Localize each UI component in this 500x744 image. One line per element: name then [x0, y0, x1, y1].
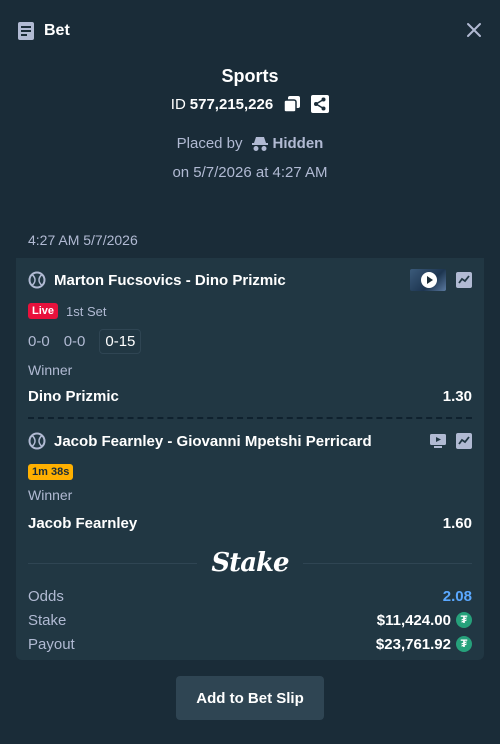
total-odds: 2.08: [442, 587, 472, 605]
stake-logo: Stake: [211, 548, 289, 578]
pick-odds: 1.30: [442, 388, 472, 405]
placed-date: on 5/7/2026 at 4:27 AM: [172, 164, 328, 181]
tennis-ball-icon: [28, 432, 46, 450]
bet-id: 577,215,226: [189, 95, 274, 113]
stats-icon[interactable]: [456, 433, 472, 449]
bet-card: 4:27 AM 5/7/2026 Marton Fucsovics - Dino…: [16, 222, 484, 660]
odds-label: Odds: [28, 587, 64, 605]
divider-line: [28, 562, 198, 564]
leg-header: Marton Fucsovics - Dino Prizmic: [28, 260, 472, 300]
match-name[interactable]: Jacob Fearnley - Giovanni Mpetshi Perric…: [54, 433, 430, 450]
tether-coin-icon: ₮: [456, 636, 472, 652]
share-icon[interactable]: [311, 95, 330, 113]
score-row: 0-0 0-0 0-15: [28, 328, 472, 354]
market-label: Winner: [28, 487, 73, 503]
id-label: ID: [170, 95, 186, 113]
pick-name: Jacob Fearnley: [28, 515, 138, 532]
point-score: 0-15: [99, 328, 142, 354]
bet-date: 4:27 AM 5/7/2026: [16, 222, 484, 258]
copy-icon[interactable]: [283, 95, 301, 113]
match-name[interactable]: Marton Fucsovics - Dino Prizmic: [54, 272, 410, 289]
placed-by-label: Placed by: [176, 135, 243, 152]
odds-row: Odds 2.08: [28, 584, 472, 608]
placed-by-row: Placed by Hidden: [0, 135, 500, 152]
match-timer-badge: 1m 38s: [28, 464, 74, 480]
match-status: Live 1st Set: [28, 300, 472, 322]
stake-value-group: $11,424.00 ₮: [377, 612, 472, 629]
stake-amount: $11,424.00: [376, 611, 451, 629]
tether-coin-icon: ₮: [456, 612, 472, 628]
sport-title: Sports: [221, 66, 279, 86]
bet-id-row: ID 577,215,226: [0, 95, 500, 113]
placed-by-user: Hidden: [272, 135, 324, 152]
brand-row: Stake: [28, 548, 473, 578]
stake-label: Stake: [28, 611, 67, 629]
payout-row: Payout $23,761.92 ₮: [28, 632, 472, 656]
tv-icon[interactable]: [430, 434, 446, 448]
divider-line: [302, 562, 473, 564]
live-badge: Live: [28, 303, 59, 319]
game-score: 0-0: [63, 332, 86, 350]
stats-icon[interactable]: [456, 272, 472, 288]
bet-slip-icon: [18, 22, 34, 40]
play-icon: [421, 272, 437, 288]
bet-totals: Odds 2.08 Stake $11,424.00 ₮ Payout $23,…: [16, 578, 484, 656]
stake-row: Stake $11,424.00 ₮: [28, 608, 472, 632]
pick-row: Jacob Fearnley 1.60: [28, 515, 472, 532]
set-score: 0-0: [28, 332, 50, 350]
tennis-ball-icon: [28, 271, 46, 289]
payout-label: Payout: [28, 635, 75, 653]
pick-odds: 1.60: [442, 515, 472, 532]
payout-value-group: $23,761.92 ₮: [376, 636, 472, 653]
market-label: Winner: [28, 362, 73, 378]
modal-header: Bet: [0, 0, 500, 62]
match-status: 1m 38s: [28, 461, 472, 483]
set-label: 1st Set: [66, 303, 107, 319]
add-to-bet-slip-button[interactable]: Add to Bet Slip: [176, 676, 324, 720]
close-icon[interactable]: [464, 20, 484, 40]
payout-amount: $23,761.92: [375, 635, 451, 653]
live-stream-thumbnail[interactable]: [410, 269, 446, 291]
incognito-icon: [251, 136, 268, 151]
pick-name: Dino Prizmic: [28, 388, 119, 405]
bet-summary: Sports ID 577,215,226 Placed by Hidden o…: [0, 62, 500, 181]
leg-header: Jacob Fearnley - Giovanni Mpetshi Perric…: [28, 421, 472, 461]
modal-title: Bet: [44, 22, 70, 39]
pick-row: Dino Prizmic 1.30: [28, 388, 472, 405]
bet-leg: Jacob Fearnley - Giovanni Mpetshi Perric…: [16, 419, 484, 532]
bet-leg: Marton Fucsovics - Dino Prizmic Live 1st…: [16, 258, 484, 419]
